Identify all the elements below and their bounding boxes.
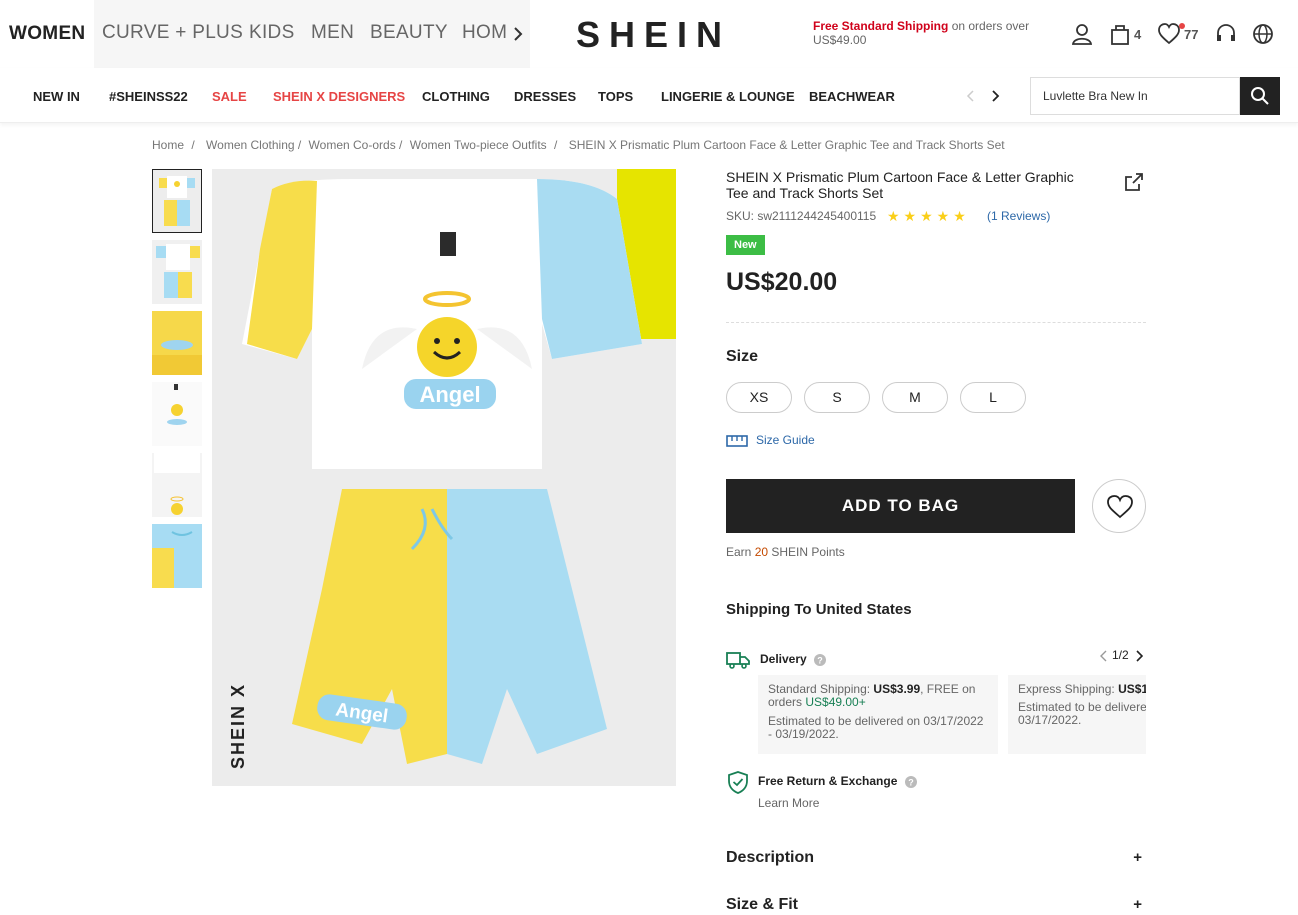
size-option-l[interactable]: L [960, 382, 1026, 413]
bag-count: 4 [1134, 27, 1142, 42]
category-kids[interactable]: KIDS [249, 22, 295, 44]
nav-tops[interactable]: TOPS [598, 89, 633, 104]
thumbnail-1[interactable] [152, 169, 202, 233]
nav-shein-x-designers[interactable]: SHEIN X DESIGNERS [273, 89, 405, 104]
thumbnail-2[interactable] [152, 240, 202, 304]
free-return-label: Free Return & Exchange ? [758, 774, 917, 788]
search-button[interactable] [1240, 77, 1280, 115]
learn-more-link[interactable]: Learn More [758, 796, 819, 810]
category-women[interactable]: WOMEN [0, 0, 95, 68]
category-home[interactable]: HOM [462, 22, 507, 44]
reviews-link[interactable]: (1 Reviews) [987, 209, 1050, 223]
size-option-s[interactable]: S [804, 382, 870, 413]
rating-stars: ★★★★★ [887, 208, 970, 224]
shipping-pager: 1/2 [1100, 648, 1143, 662]
heart-icon [1107, 495, 1133, 519]
breadcrumb-separator: / [554, 138, 558, 152]
thumbnail-image [152, 453, 202, 517]
thumbnail-image [152, 382, 202, 446]
nav-lingerie-lounge[interactable]: LINGERIE & LOUNGE [661, 89, 795, 104]
chevron-left-icon[interactable] [1100, 650, 1108, 662]
shipping-title: Shipping To United States [726, 601, 912, 618]
nav-sheinss22[interactable]: #SHEINSS22 [109, 89, 188, 104]
plus-icon: + [1133, 849, 1142, 866]
truck-icon [726, 652, 750, 669]
delivery-label: Delivery ? [760, 652, 827, 666]
breadcrumb-two-piece[interactable]: Women Two-piece Outfits [410, 138, 547, 152]
size-option-m[interactable]: M [882, 382, 948, 413]
express-shipping-card: Express Shipping: US$1 Estimated to be d… [1008, 675, 1146, 754]
top-header: WOMEN CURVE + PLUS KIDS MEN BEAUTY HOM S… [0, 0, 1298, 68]
nav-beachwear[interactable]: BEACHWEAR [809, 89, 895, 104]
bag-icon[interactable] [1110, 23, 1130, 45]
category-bar: WOMEN CURVE + PLUS KIDS MEN BEAUTY HOM [0, 0, 530, 68]
share-icon[interactable] [1124, 172, 1144, 192]
help-icon[interactable]: ? [814, 653, 827, 666]
thumbnail-5[interactable] [152, 453, 202, 517]
divider [726, 322, 1146, 323]
points-info: Earn 20 SHEIN Points [726, 545, 845, 559]
main-nav: NEW IN #SHEINSS22 SALE SHEIN X DESIGNERS… [0, 68, 1298, 123]
nav-clothing[interactable]: CLOTHING [422, 89, 490, 104]
size-option-xs[interactable]: XS [726, 382, 792, 413]
help-icon[interactable]: ? [904, 775, 917, 788]
nav-dresses[interactable]: DRESSES [514, 89, 576, 104]
chevron-right-icon[interactable] [512, 26, 524, 42]
thumbnail-image [152, 311, 202, 375]
thumbnail-4[interactable] [152, 382, 202, 446]
size-guide-link[interactable]: Size Guide [726, 433, 815, 447]
thumbnail-image [153, 170, 201, 232]
chevron-right-icon[interactable] [1135, 650, 1143, 662]
breadcrumb: Home / Women Clothing / Women Co-ords / … [152, 138, 1009, 152]
search-input[interactable]: Luvlette Bra New In [1030, 77, 1240, 115]
description-accordion[interactable]: Description + [726, 849, 1146, 867]
shipping-promo: Free Standard Shipping on orders over US… [813, 19, 1030, 47]
shein-x-watermark: SHEIN X [228, 683, 248, 769]
nav-sale[interactable]: SALE [212, 89, 247, 104]
wishlist-button[interactable] [1092, 479, 1146, 533]
shein-logo[interactable]: SHEIN [576, 14, 731, 56]
product-title: SHEIN X Prismatic Plum Cartoon Face & Le… [726, 169, 1074, 201]
size-fit-accordion[interactable]: Size & Fit + [726, 896, 1146, 914]
category-beauty[interactable]: BEAUTY [370, 22, 448, 44]
product-photo: Angel Angel SHEIN X [212, 169, 676, 786]
wishlist-count: 77 [1184, 27, 1199, 42]
category-curve-plus[interactable]: CURVE + PLUS [102, 22, 243, 44]
product-main-image[interactable]: Angel Angel SHEIN X [212, 169, 676, 786]
add-to-bag-button[interactable]: ADD TO BAG [726, 479, 1075, 533]
category-men[interactable]: MEN [311, 22, 354, 44]
shirt-print-text: Angel [419, 382, 480, 407]
product-sku: SKU: sw2111244245400115 [726, 209, 877, 223]
heart-icon[interactable] [1158, 23, 1180, 45]
thumbnail-image [152, 524, 202, 588]
headset-icon[interactable] [1215, 23, 1237, 45]
shield-check-icon [728, 771, 748, 794]
thumbnail-image [152, 240, 202, 304]
breadcrumb-separator: / [191, 138, 195, 152]
ruler-icon [726, 435, 748, 447]
new-badge: New [726, 235, 765, 255]
breadcrumb-current: SHEIN X Prismatic Plum Cartoon Face & Le… [568, 138, 1005, 152]
nav-new-in[interactable]: NEW IN [33, 89, 80, 104]
breadcrumb-women-coords[interactable]: Women Co-ords / [309, 138, 403, 152]
plus-icon: + [1133, 896, 1142, 913]
chevron-right-icon[interactable] [990, 90, 1000, 102]
chevron-left-icon[interactable] [966, 90, 976, 102]
standard-shipping-card: Standard Shipping: US$3.99, FREE on orde… [758, 675, 998, 754]
thumbnail-3[interactable] [152, 311, 202, 375]
breadcrumb-home[interactable]: Home [152, 138, 184, 152]
size-label: Size [726, 348, 759, 365]
svg-text:?: ? [817, 655, 823, 665]
thumbnail-6[interactable] [152, 524, 202, 588]
globe-icon[interactable] [1252, 23, 1274, 45]
user-icon[interactable] [1071, 23, 1093, 45]
product-price: US$20.00 [726, 268, 838, 296]
svg-text:?: ? [908, 777, 914, 787]
search-icon [1251, 87, 1269, 105]
breadcrumb-women-clothing[interactable]: Women Clothing / [206, 138, 301, 152]
